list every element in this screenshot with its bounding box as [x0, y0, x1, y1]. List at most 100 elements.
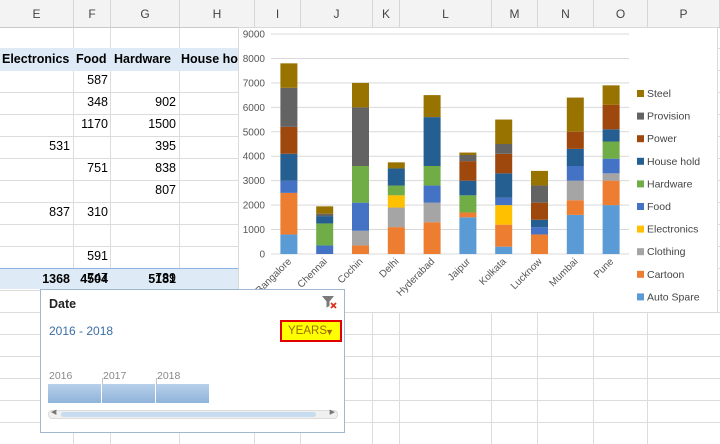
bar-segment[interactable]	[602, 141, 620, 159]
bar-segment[interactable]	[316, 206, 334, 214]
header-household[interactable]: House ho	[181, 48, 238, 70]
bar-segment[interactable]	[495, 224, 513, 247]
header-hardware[interactable]: Hardware	[114, 48, 171, 70]
date-timeline-slicer[interactable]: Date 2016 - 2018 YEARS ▼ 2016 2017 2018 …	[40, 289, 345, 433]
bar-segment[interactable]	[566, 214, 584, 254]
bar-segment[interactable]	[423, 185, 441, 203]
bar-segment[interactable]	[495, 144, 513, 154]
table-cell[interactable]: 1500	[148, 113, 176, 135]
bar-segment[interactable]	[459, 180, 477, 196]
bar-segment[interactable]	[531, 234, 548, 254]
bar-segment[interactable]	[423, 95, 441, 118]
bar-segment[interactable]	[280, 126, 298, 154]
bar-segment[interactable]	[316, 213, 334, 217]
bar-segment[interactable]	[495, 246, 513, 254]
bar-segment[interactable]	[352, 230, 369, 246]
bar-segment[interactable]	[352, 245, 369, 254]
column-header-j[interactable]: J	[301, 0, 373, 28]
bar-segment[interactable]	[280, 87, 298, 127]
header-electronics[interactable]: Electronics	[2, 48, 69, 70]
column-header-i[interactable]: I	[255, 0, 301, 28]
bar-segment[interactable]	[531, 219, 548, 228]
table-cell[interactable]: 751	[87, 157, 108, 179]
bar-segment[interactable]	[280, 63, 298, 88]
table-cell[interactable]: 395	[155, 135, 176, 157]
bar-segment[interactable]	[495, 153, 513, 174]
bar-segment[interactable]	[566, 166, 584, 181]
total-cell[interactable]: 1368	[42, 268, 70, 290]
column-header-m[interactable]: M	[492, 0, 538, 28]
bar-segment[interactable]	[280, 192, 298, 235]
table-cell[interactable]: 531	[49, 135, 70, 157]
scrollbar-thumb[interactable]	[61, 412, 316, 417]
bar-segment[interactable]	[387, 195, 405, 208]
table-cell[interactable]: 310	[87, 201, 108, 223]
bar-segment[interactable]	[495, 119, 513, 144]
bar-segment[interactable]	[423, 117, 441, 166]
bar-segment[interactable]	[531, 202, 548, 220]
bar-segment[interactable]	[602, 158, 620, 174]
bar-segment[interactable]	[387, 162, 405, 169]
bar-segment[interactable]	[423, 202, 441, 223]
bar-segment[interactable]	[531, 170, 548, 186]
total-cell[interactable]: 5181	[148, 268, 176, 290]
timeline-bar-2017[interactable]	[102, 384, 156, 403]
bar-segment[interactable]	[423, 222, 441, 254]
bar-segment[interactable]	[352, 107, 369, 166]
bar-segment[interactable]	[566, 97, 584, 132]
bar-segment[interactable]	[280, 234, 298, 254]
scroll-left-icon[interactable]: ◀	[51, 408, 56, 416]
bar-segment[interactable]	[459, 152, 477, 155]
bar-segment[interactable]	[387, 168, 405, 186]
timeline-scrollbar[interactable]: ◀ ▶	[48, 408, 338, 419]
table-cell[interactable]: 348	[87, 91, 108, 113]
column-header-f[interactable]: F	[74, 0, 111, 28]
bar-segment[interactable]	[602, 205, 620, 254]
bar-segment[interactable]	[459, 217, 477, 254]
header-food[interactable]: Food	[76, 48, 107, 70]
bar-segment[interactable]	[602, 85, 620, 105]
column-header-g[interactable]: G	[111, 0, 180, 28]
bar-segment[interactable]	[316, 245, 334, 254]
table-cell[interactable]: 1170	[81, 113, 108, 135]
bar-segment[interactable]	[495, 205, 513, 225]
column-header-n[interactable]: N	[538, 0, 594, 28]
table-cell[interactable]: 838	[155, 157, 176, 179]
bar-segment[interactable]	[566, 131, 584, 149]
bar-segment[interactable]	[280, 153, 298, 181]
column-header-e[interactable]: E	[0, 0, 74, 28]
column-header-o[interactable]: O	[594, 0, 648, 28]
bar-segment[interactable]	[316, 216, 334, 224]
column-header-p[interactable]: P	[648, 0, 720, 28]
bar-segment[interactable]	[495, 173, 513, 198]
bar-segment[interactable]	[352, 202, 369, 231]
bar-segment[interactable]	[459, 195, 477, 213]
scroll-right-icon[interactable]: ▶	[330, 408, 335, 416]
stacked-column-chart[interactable]: 0100020003000400050006000700080009000Ban…	[238, 27, 718, 313]
table-cell[interactable]: 807	[155, 179, 176, 201]
bar-segment[interactable]	[566, 148, 584, 166]
bar-segment[interactable]	[316, 223, 334, 246]
table-cell[interactable]: 591	[87, 245, 108, 267]
clear-filter-icon[interactable]	[321, 294, 337, 310]
bar-segment[interactable]	[387, 185, 405, 196]
bar-segment[interactable]	[352, 166, 369, 203]
bar-segment[interactable]	[280, 180, 298, 193]
time-level-dropdown[interactable]: YEARS ▼	[280, 320, 342, 342]
bar-segment[interactable]	[531, 227, 548, 235]
bar-segment[interactable]	[459, 161, 477, 181]
bar-segment[interactable]	[352, 82, 369, 108]
bar-segment[interactable]	[459, 155, 477, 162]
bar-segment[interactable]	[602, 173, 620, 181]
column-header-l[interactable]: L	[400, 0, 492, 28]
table-cell[interactable]: 587	[87, 69, 108, 91]
timeline-bar-2018[interactable]	[156, 384, 210, 403]
bar-segment[interactable]	[566, 200, 584, 215]
timeline-bar-2016[interactable]	[48, 384, 102, 403]
bar-segment[interactable]	[495, 197, 513, 206]
bar-segment[interactable]	[387, 227, 405, 254]
bar-segment[interactable]	[602, 104, 620, 130]
bar-segment[interactable]	[602, 129, 620, 142]
bar-segment[interactable]	[387, 207, 405, 228]
bar-segment[interactable]	[566, 180, 584, 201]
